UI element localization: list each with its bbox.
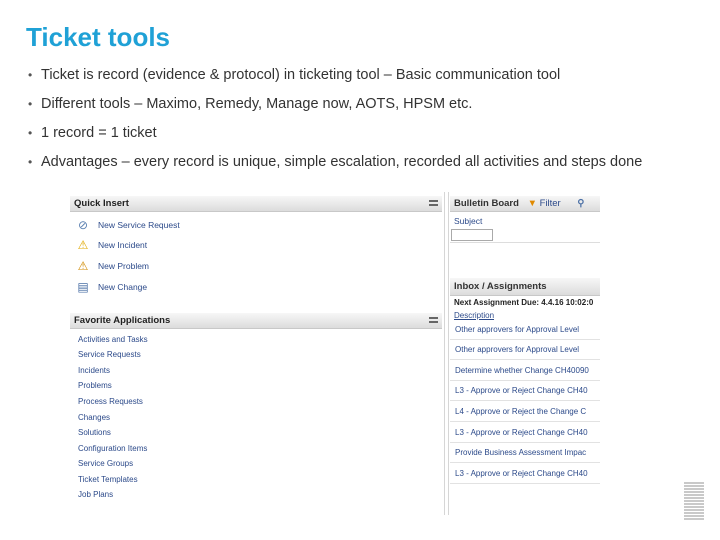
- bulletin-board-divider: [450, 242, 600, 243]
- new-problem-link[interactable]: ⚠ New Problem: [76, 259, 149, 273]
- bullet-item: • Ticket is record (evidence & protocol) …: [28, 67, 561, 83]
- minimize-icon[interactable]: [429, 317, 438, 323]
- new-change-link[interactable]: ▤ New Change: [76, 280, 147, 294]
- favorite-link[interactable]: Configuration Items: [78, 444, 147, 453]
- bulletin-board-header: Bulletin Board ▼ Filter ⚲: [450, 196, 600, 212]
- bullet-item: • Different tools – Maximo, Remedy, Manag…: [28, 96, 473, 112]
- next-assignment-due: Next Assignment Due: 4.4.16 10:02:0: [454, 298, 594, 307]
- ticketing-tool-screenshot: Quick Insert ⊘ New Service Request ⚠ New…: [70, 192, 600, 515]
- inbox-row[interactable]: L3 - Approve or Reject Change CH40: [450, 464, 600, 484]
- column-divider: [444, 192, 445, 515]
- favorite-link[interactable]: Changes: [78, 413, 110, 422]
- bullet-icon: •: [28, 155, 33, 169]
- inbox-row[interactable]: Provide Business Assessment Impac: [450, 443, 600, 463]
- favorite-link[interactable]: Problems: [78, 381, 112, 390]
- bullet-list: • Ticket is record (evidence & protocol) …: [28, 66, 688, 182]
- new-service-request-link[interactable]: ⊘ New Service Request: [76, 218, 180, 232]
- favorite-applications-header: Favorite Applications: [70, 313, 442, 329]
- subject-filter-input[interactable]: [451, 229, 493, 241]
- minimize-icon[interactable]: [429, 200, 438, 206]
- change-icon: ▤: [77, 280, 89, 294]
- inbox-row[interactable]: Determine whether Change CH40090: [450, 361, 600, 381]
- inbox-row[interactable]: L4 - Approve or Reject the Change C: [450, 402, 600, 422]
- quick-insert-header: Quick Insert: [70, 196, 442, 212]
- favorite-link[interactable]: Incidents: [78, 366, 110, 375]
- favorite-link[interactable]: Ticket Templates: [78, 475, 138, 484]
- inbox-assignments-header: Inbox / Assignments: [450, 278, 600, 296]
- search-icon[interactable]: ⚲: [577, 198, 584, 209]
- inbox-row[interactable]: Other approvers for Approval Level: [450, 340, 600, 360]
- inbox-row[interactable]: L3 - Approve or Reject Change CH40: [450, 423, 600, 443]
- favorite-applications-panel: Favorite Applications Activities and Tas…: [70, 313, 442, 513]
- column-divider: [448, 192, 449, 515]
- description-column-header[interactable]: Description: [454, 311, 494, 320]
- bullet-item: • 1 record = 1 ticket: [28, 125, 157, 141]
- favorite-link[interactable]: Process Requests: [78, 397, 143, 406]
- problem-icon: ⚠: [77, 259, 89, 273]
- favorite-link[interactable]: Job Plans: [78, 490, 113, 499]
- service-request-icon: ⊘: [77, 218, 89, 232]
- favorite-link[interactable]: Service Groups: [78, 459, 133, 468]
- bulletin-board-panel: Bulletin Board ▼ Filter ⚲ Subject: [450, 196, 600, 270]
- slide-title: Ticket tools: [26, 22, 171, 52]
- inbox-row[interactable]: Other approvers for Approval Level: [450, 320, 600, 340]
- favorite-link[interactable]: Service Requests: [78, 350, 141, 359]
- favorite-link[interactable]: Activities and Tasks: [78, 335, 148, 344]
- inbox-row[interactable]: L3 - Approve or Reject Change CH40: [450, 381, 600, 401]
- subject-column-header[interactable]: Subject: [454, 216, 482, 226]
- ibm-logo: [684, 482, 704, 524]
- bullet-icon: •: [28, 126, 33, 140]
- filter-icon: ▼: [527, 198, 537, 209]
- favorite-link[interactable]: Solutions: [78, 428, 111, 437]
- bullet-item: • Advantages – every record is unique, si…: [28, 154, 643, 170]
- warning-icon: ⚠: [77, 238, 89, 252]
- bullet-icon: •: [28, 97, 33, 111]
- bullet-icon: •: [28, 68, 33, 82]
- filter-button[interactable]: ▼ Filter: [528, 198, 561, 209]
- new-incident-link[interactable]: ⚠ New Incident: [76, 238, 148, 252]
- quick-insert-panel: Quick Insert ⊘ New Service Request ⚠ New…: [70, 196, 442, 308]
- inbox-assignments-panel: Inbox / Assignments Next Assignment Due:…: [450, 278, 600, 515]
